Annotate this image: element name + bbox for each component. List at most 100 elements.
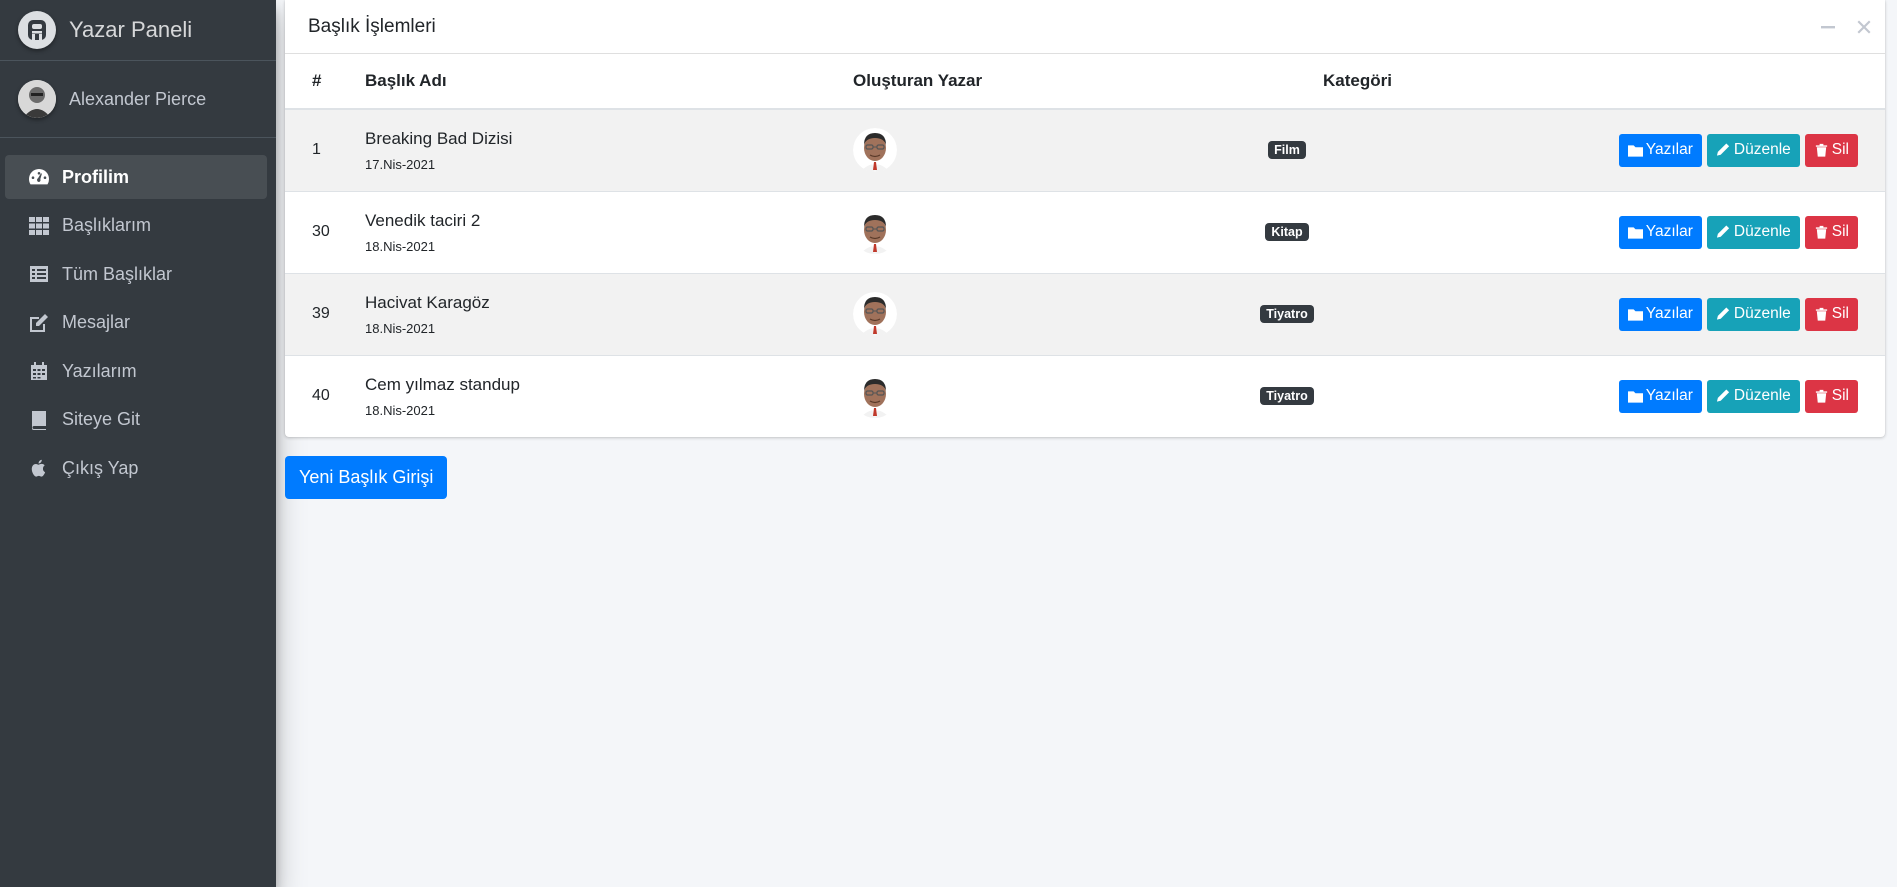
sidebar-item-label: Tüm Başlıklar xyxy=(62,263,173,284)
sidebar: Yazar Paneli Alexander Pierce Profilim B… xyxy=(0,0,276,887)
user-name: Alexander Pierce xyxy=(69,88,207,109)
row-id: 40 xyxy=(285,354,365,437)
table-row: 39 Hacivat Karagöz 18.Nis-2021 Tiyatro Y… xyxy=(285,272,1885,355)
posts-button-label: Yazılar xyxy=(1645,387,1693,405)
sidebar-item-label: Mesajlar xyxy=(62,312,131,332)
author-avatar xyxy=(853,210,897,254)
category-badge: Tiyatro xyxy=(1260,387,1314,406)
column-header-author: Oluşturan Yazar xyxy=(852,54,1152,110)
card-header: Başlık İşlemleri xyxy=(285,0,1885,54)
brand-link[interactable]: Yazar Paneli xyxy=(0,0,276,61)
row-date: 18.Nis-2021 xyxy=(365,320,436,336)
close-icon[interactable] xyxy=(1857,20,1871,34)
row-title: Breaking Bad Dizisi xyxy=(365,128,513,148)
row-id-text: 40 xyxy=(312,387,330,405)
posts-button-label: Yazılar xyxy=(1645,305,1693,322)
calendar-icon xyxy=(27,360,51,382)
author-avatar xyxy=(853,128,897,173)
sidebar-item-label: Yazılarım xyxy=(62,360,137,381)
topics-card: Başlık İşlemleri # Başlık Adı Oluşturan … xyxy=(285,0,1885,437)
row-category-cell: Film xyxy=(1152,108,1422,191)
edit-button[interactable]: Düzenle xyxy=(1706,215,1800,249)
edit-button[interactable]: Düzenle xyxy=(1706,133,1800,167)
row-date: 18.Nis-2021 xyxy=(365,402,436,418)
posts-button-label: Yazılar xyxy=(1645,223,1693,240)
folder-icon xyxy=(1627,145,1643,157)
row-id-text: 39 xyxy=(312,305,330,322)
row-category-cell: Tiyatro xyxy=(1152,272,1422,355)
edit-button-label: Düzenle xyxy=(1733,141,1791,159)
delete-button[interactable]: Sil xyxy=(1804,215,1858,249)
row-actions: Yazılar Düzenle Sil xyxy=(1422,354,1885,437)
edit-icon xyxy=(27,312,51,334)
sidebar-item-yazilarim[interactable]: Yazılarım xyxy=(5,349,267,393)
posts-button[interactable]: Yazılar xyxy=(1618,133,1702,167)
pencil-icon xyxy=(1716,389,1730,402)
row-id-text: 30 xyxy=(312,223,330,240)
card-title: Başlık İşlemleri xyxy=(308,15,436,37)
topics-table: # Başlık Adı Oluşturan Yazar Kategöri 1 … xyxy=(285,54,1885,437)
grid-icon xyxy=(27,215,51,237)
sidebar-item-siteye-git[interactable]: Siteye Git xyxy=(5,398,267,442)
table-row: 40 Cem yılmaz standup 18.Nis-2021 Tiyatr… xyxy=(285,354,1885,437)
sidebar-item-basliklarim[interactable]: Başlıklarım xyxy=(5,204,267,248)
delete-button[interactable]: Sil xyxy=(1804,297,1858,331)
sidebar-item-label: Başlıklarım xyxy=(62,215,152,235)
card-tools xyxy=(1821,20,1871,34)
book-icon xyxy=(27,409,51,431)
apple-icon xyxy=(27,457,51,479)
edit-button-label: Düzenle xyxy=(1733,223,1791,240)
delete-button-label: Sil xyxy=(1831,223,1849,240)
category-badge: Tiyatro xyxy=(1260,305,1314,323)
dashboard-icon xyxy=(27,166,51,188)
posts-button-label: Yazılar xyxy=(1645,141,1693,159)
delete-button[interactable]: Sil xyxy=(1804,379,1858,413)
sidebar-item-label: Profilim xyxy=(62,166,130,187)
column-header-number: # xyxy=(285,54,365,110)
row-author-cell xyxy=(852,272,1152,355)
brand-name: Yazar Paneli xyxy=(69,17,193,42)
row-date: 18.Nis-2021 xyxy=(365,238,436,254)
sidebar-item-label: Siteye Git xyxy=(62,409,141,429)
row-actions: Yazılar Düzenle Sil xyxy=(1422,190,1885,273)
row-title: Venedik taciri 2 xyxy=(365,210,481,230)
delete-button[interactable]: Sil xyxy=(1804,133,1858,167)
folder-icon xyxy=(1627,227,1643,239)
row-author-cell xyxy=(852,354,1152,437)
row-actions: Yazılar Düzenle Sil xyxy=(1422,272,1885,355)
edit-button[interactable]: Düzenle xyxy=(1706,379,1800,413)
category-badge: Film xyxy=(1268,141,1306,160)
posts-button[interactable]: Yazılar xyxy=(1618,379,1702,413)
user-panel[interactable]: Alexander Pierce xyxy=(0,61,276,138)
row-author-cell xyxy=(852,190,1152,273)
row-category-cell: Tiyatro xyxy=(1152,354,1422,437)
trash-icon xyxy=(1815,144,1827,157)
row-id: 30 xyxy=(285,190,365,273)
row-id: 39 xyxy=(285,272,365,355)
sidebar-item-profilim[interactable]: Profilim xyxy=(5,155,267,199)
sidebar-item-cikis-yap[interactable]: Çıkış Yap xyxy=(5,446,267,490)
delete-button-label: Sil xyxy=(1831,305,1849,322)
row-id: 1 xyxy=(285,108,365,191)
column-header-category: Kategöri xyxy=(1152,54,1422,110)
column-header-actions xyxy=(1422,54,1885,110)
posts-button[interactable]: Yazılar xyxy=(1618,297,1702,331)
row-author-cell xyxy=(852,108,1152,191)
category-badge: Kitap xyxy=(1265,223,1309,241)
edit-button[interactable]: Düzenle xyxy=(1706,297,1800,331)
sidebar-nav: Profilim Başlıklarım Tüm Başlıklar Mesaj… xyxy=(0,138,276,490)
posts-button[interactable]: Yazılar xyxy=(1618,215,1702,249)
folder-icon xyxy=(1627,309,1643,321)
new-topic-button[interactable]: Yeni Başlık Girişi xyxy=(285,456,448,499)
trash-icon xyxy=(1815,390,1827,403)
row-id-text: 1 xyxy=(312,141,321,159)
edit-button-label: Düzenle xyxy=(1733,305,1791,322)
sidebar-item-tum-basliklar[interactable]: Tüm Başlıklar xyxy=(5,252,267,296)
pencil-icon xyxy=(1716,225,1730,238)
list-icon xyxy=(27,263,51,285)
row-title-cell: Venedik taciri 2 18.Nis-2021 xyxy=(365,190,852,273)
sidebar-item-mesajlar[interactable]: Mesajlar xyxy=(5,301,267,345)
author-avatar xyxy=(853,374,897,419)
collapse-icon[interactable] xyxy=(1821,20,1835,34)
edit-button-label: Düzenle xyxy=(1733,387,1791,405)
